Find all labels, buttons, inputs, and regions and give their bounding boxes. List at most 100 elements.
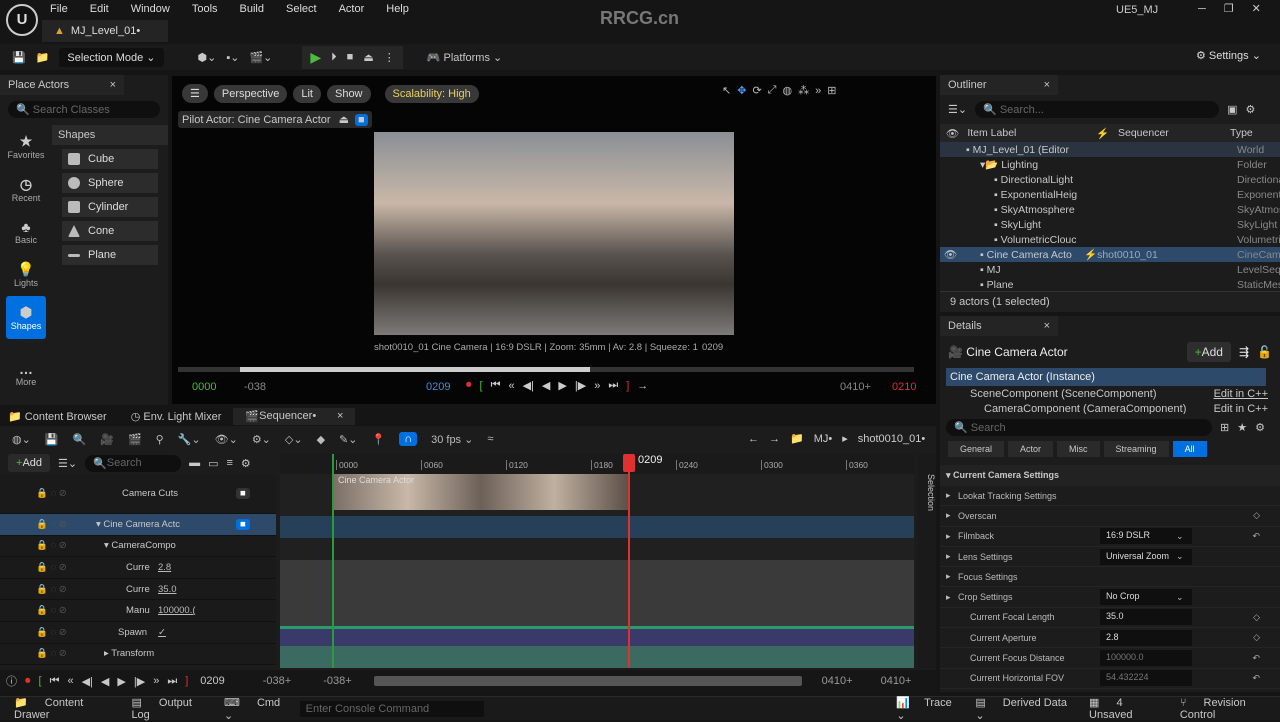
set-end-icon[interactable]: ] [185, 675, 188, 687]
track-row[interactable]: 🔒 ◌ ⊘ ▾ CameraCompo [0, 536, 276, 558]
col-sequencer[interactable]: Sequencer [1118, 127, 1169, 139]
close-icon[interactable]: × [110, 79, 116, 91]
back-icon[interactable]: ← [748, 433, 759, 445]
start-marker[interactable] [332, 454, 334, 668]
filter-icon[interactable]: ☰⌄ [58, 457, 77, 470]
reset-icon[interactable]: ↶ [1252, 673, 1260, 684]
level-tab[interactable]: ▲ MJ_Level_01• [42, 20, 168, 42]
outliner-row[interactable]: ▪ DirectionalLight Directiona [940, 172, 1280, 187]
forward-icon[interactable]: → [769, 433, 780, 445]
output-log-button[interactable]: ▤ Output Log [131, 696, 210, 721]
curve-editor-icon[interactable]: ≈ [487, 433, 493, 445]
track-row[interactable]: 🔒 ◌ ⊘ Spawn ✓ [0, 622, 276, 644]
lit-button[interactable]: Lit [293, 84, 321, 103]
shape-cylinder[interactable]: Cylinder [62, 197, 158, 217]
cinematics-icon[interactable]: 🎬⌄ [249, 51, 272, 64]
lock-icon[interactable]: 🔒 ◌ ⊘ [36, 627, 67, 638]
browse-icon[interactable]: 📁 [36, 51, 50, 64]
track-row[interactable]: 🔒 ◌ ⊘ Curre 2.8 [0, 557, 276, 579]
breadcrumb-root[interactable]: MJ• [814, 433, 833, 445]
menu-file[interactable]: File [50, 3, 68, 15]
world-icon[interactable]: ◍ [782, 84, 792, 97]
menu-actor[interactable]: Actor [339, 3, 365, 15]
play-icon[interactable]: ▶ [558, 379, 566, 392]
track-row[interactable]: 🔒 ◌ ⊘ Curre 35.0 [0, 579, 276, 601]
menu-window[interactable]: Window [131, 3, 170, 15]
view-end-field[interactable]: 0410+ [881, 675, 912, 687]
category-basic[interactable]: ♣ Basic [0, 211, 52, 253]
close-icon[interactable]: ✕ [1252, 2, 1261, 15]
scalability-badge[interactable]: Scalability: High [384, 84, 479, 103]
col-type[interactable]: Type [1230, 127, 1253, 139]
marker-icon[interactable]: 📍 [371, 433, 385, 446]
stop-icon[interactable]: ■ [347, 51, 354, 63]
section-header[interactable]: ▾ Current Camera Settings [940, 465, 1280, 486]
menu-help[interactable]: Help [386, 3, 409, 15]
minimize-icon[interactable]: ─ [1198, 3, 1206, 15]
menu-tools[interactable]: Tools [192, 3, 218, 15]
add-actor-icon[interactable]: ⬢⌄ [198, 51, 217, 64]
in-frame[interactable]: -038 [244, 381, 266, 393]
property-value[interactable]: 100000.0 [1100, 650, 1192, 667]
property-row[interactable]: Current Aperture 2.8 ◇ [940, 628, 1280, 649]
details-search-input[interactable]: 🔍 Search [946, 419, 1212, 436]
property-value[interactable]: 2.8 [1100, 629, 1192, 646]
selection-side-tab[interactable]: Selection [918, 454, 936, 668]
property-row[interactable]: ▸ Filmback 16:9 DSLR ⌄ ↶ [940, 527, 1280, 547]
shape-cube[interactable]: Cube [62, 149, 158, 169]
lock-icon[interactable]: 🔒 ◌ ⊘ [36, 562, 67, 573]
set-start-icon[interactable]: [ [480, 380, 483, 392]
track-row[interactable]: 🔒 ◌ ⊘ Manu 100000.( [0, 600, 276, 622]
search-classes-input[interactable]: 🔍 Search Classes [8, 101, 160, 118]
outliner-row[interactable]: 👁 ▪ Cine Camera Acto ⚡shot0010_01 CineCame [940, 247, 1280, 262]
camera-icon[interactable]: ■ [236, 488, 250, 499]
settings-icon[interactable]: ⚙ [241, 457, 251, 470]
property-row[interactable]: ▸ Focus Settings [940, 567, 1280, 588]
view-start-field[interactable]: -038+ [263, 675, 291, 687]
category-favorites[interactable]: ★ Favorites [0, 125, 52, 168]
prev-frame-icon[interactable]: ◀| [523, 379, 534, 392]
cmd-dropdown[interactable]: ⌨ Cmd ⌄ [224, 696, 290, 722]
record-icon[interactable]: ⏺ [466, 379, 472, 392]
next-key-icon[interactable]: » [594, 380, 600, 392]
filter-tab-misc[interactable]: Misc [1057, 441, 1100, 457]
add-component-button[interactable]: +Add [1186, 342, 1231, 362]
component-row[interactable]: SceneComponent (SceneComponent) Edit in C… [940, 386, 1280, 402]
track-search-input[interactable]: 🔍 Search [85, 454, 182, 472]
eject-icon[interactable]: ⏏ [363, 51, 373, 64]
outliner-row[interactable]: ▪ Plane StaticMes [940, 277, 1280, 292]
settings-dropdown[interactable]: ⚙ Settings ⌄ [1196, 49, 1261, 62]
console-input[interactable]: Enter Console Command [299, 700, 485, 717]
keyframe-icon[interactable]: ◇ [1253, 510, 1260, 521]
to-start-icon[interactable]: ⏮ [50, 675, 60, 688]
tab-content-browser[interactable]: 📁 Content Browser [0, 410, 119, 423]
track-row[interactable]: 🔒 ◌ ⊘ ▾ Cine Camera Actc ■ [0, 514, 276, 536]
revision-control-button[interactable]: ⑂ Revision Control [1180, 697, 1280, 721]
lock-icon[interactable]: 🔒 ◌ ⊘ [36, 488, 67, 499]
filter-tab-actor[interactable]: Actor [1008, 441, 1054, 457]
camera-icon[interactable]: ■ [236, 518, 250, 530]
current-frame-field[interactable]: 0209 [200, 675, 224, 687]
unsaved-button[interactable]: ▦ 4 Unsaved [1089, 696, 1166, 721]
step-icon[interactable]: ⏵ [331, 51, 337, 64]
out-frame[interactable]: 0210 [892, 381, 916, 393]
track-row[interactable]: 🔒 ◌ ⊘ Camera Cuts ■ [0, 474, 276, 514]
start-frame[interactable]: 0000 [192, 381, 216, 393]
content-drawer-button[interactable]: 📁 Content Drawer [14, 696, 117, 721]
snap-icon[interactable]: ⁂ [798, 84, 809, 97]
prev-key-icon[interactable]: « [508, 380, 514, 392]
world-icon[interactable]: ◍⌄ [12, 433, 31, 446]
new-folder-icon[interactable]: ▣ [1227, 103, 1237, 116]
outliner-row[interactable]: ▪ VolumetricClouc Volumetri [940, 232, 1280, 247]
next-frame-icon[interactable]: |▶ [134, 675, 145, 688]
property-row[interactable]: ▸ Overscan ◇ [940, 506, 1280, 527]
outliner-row[interactable]: ▪ MJ LevelSequ [940, 262, 1280, 277]
select-icon[interactable]: ↖ [722, 84, 731, 97]
lock-icon[interactable]: 🔒 ◌ ⊘ [36, 584, 67, 595]
lock-icon[interactable]: 🔒 ◌ ⊘ [36, 605, 67, 616]
col-item-label[interactable]: Item Label [967, 127, 1016, 139]
breadcrumb-shot[interactable]: shot0010_01• [858, 433, 925, 445]
lock-icon[interactable]: 🔓 [1257, 345, 1272, 359]
tab-sequencer[interactable]: 🎬 Sequencer• × [233, 407, 356, 425]
prev-frame-icon[interactable]: ◀| [82, 675, 93, 688]
